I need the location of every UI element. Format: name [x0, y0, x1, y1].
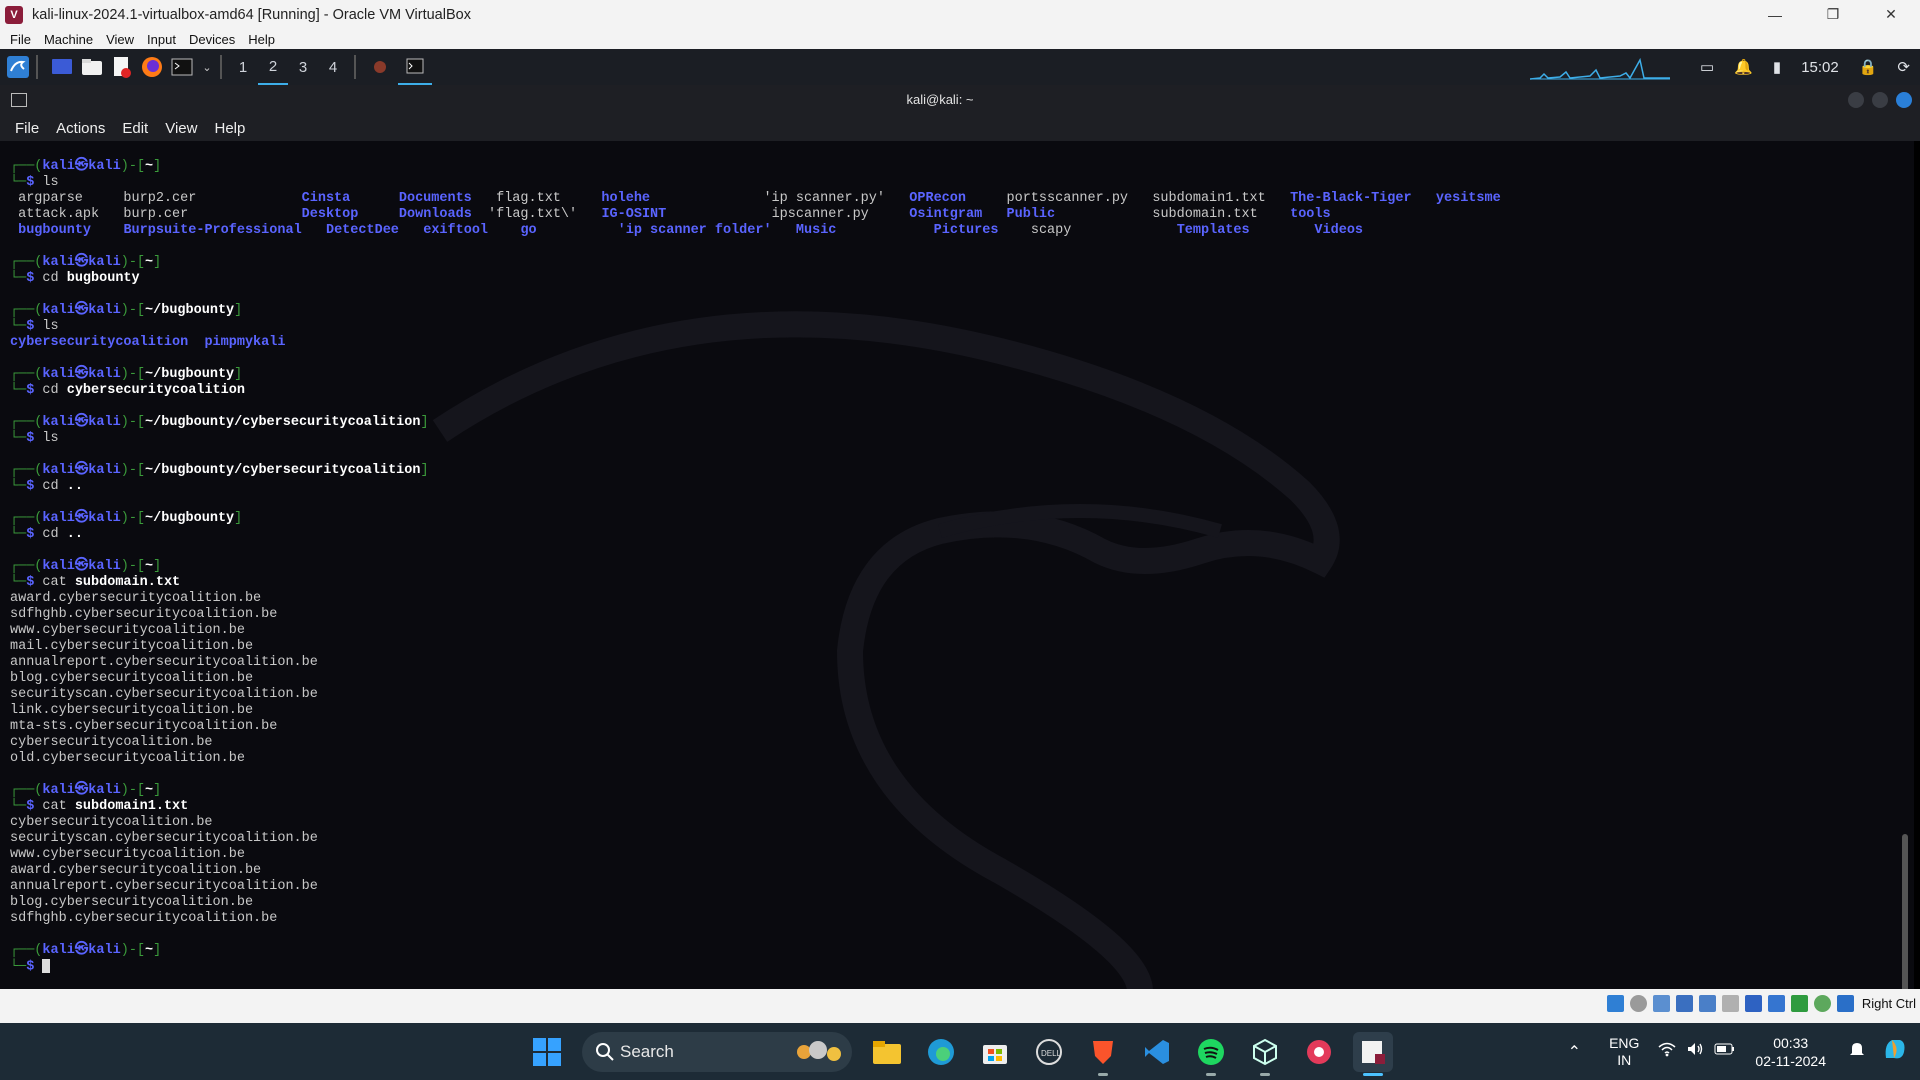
workspace-4[interactable]: 4 [318, 49, 348, 85]
windows-logo-icon [533, 1037, 561, 1066]
guest-additions-icon[interactable] [1813, 995, 1831, 1012]
recording-icon[interactable] [1767, 995, 1785, 1012]
display-settings-icon[interactable] [1744, 995, 1762, 1012]
shared-folders-icon[interactable] [1721, 995, 1739, 1012]
hard-disk-icon[interactable] [1606, 995, 1624, 1012]
language-indicator[interactable]: ENG IN [1609, 1035, 1639, 1069]
host-key-label: Right Ctrl [1861, 996, 1916, 1011]
region-code: IN [1617, 1051, 1632, 1068]
menu-input[interactable]: Input [147, 32, 176, 47]
terminal-menu-help[interactable]: Help [214, 120, 245, 137]
restore-button[interactable]: ❐ [1804, 0, 1862, 29]
workspace-1[interactable]: 1 [228, 49, 258, 85]
terminal-menu-edit[interactable]: Edit [122, 120, 148, 137]
language-code: ENG [1609, 1034, 1640, 1051]
host-window-title: kali-linux-2024.1-virtualbox-amd64 [Runn… [32, 6, 471, 23]
brave-icon[interactable] [1083, 1032, 1123, 1076]
notification-bell-icon[interactable]: 🔔 [1734, 58, 1753, 76]
panel-separator [220, 55, 222, 79]
file-manager-icon[interactable] [80, 55, 104, 79]
edge-icon[interactable] [921, 1032, 961, 1072]
terminal-scrollbar[interactable] [1902, 834, 1908, 989]
terminal-menu-view[interactable]: View [165, 120, 197, 137]
menu-machine[interactable]: Machine [44, 32, 93, 47]
panel-separator [354, 55, 356, 79]
host-title-bar: V kali-linux-2024.1-virtualbox-amd64 [Ru… [0, 0, 1920, 29]
workspace-2[interactable]: 2 [258, 49, 288, 85]
terminal-minimize-button[interactable] [1848, 92, 1864, 108]
virtualbox-icon[interactable] [1245, 1032, 1285, 1076]
power-icon[interactable]: ⟳ [1897, 58, 1910, 76]
vscode-icon[interactable] [1137, 1032, 1177, 1072]
terminal-cursor [42, 959, 51, 973]
close-button[interactable]: ✕ [1862, 0, 1920, 29]
wifi-icon[interactable] [1658, 1041, 1676, 1062]
terminal-menu-file[interactable]: File [15, 120, 39, 137]
chevron-up-icon[interactable]: ⌃ [1568, 1042, 1581, 1062]
running-indicator [1260, 1072, 1270, 1076]
kali-menu-icon[interactable] [6, 55, 30, 79]
dell-icon[interactable]: DELL [1029, 1032, 1069, 1072]
terminal-close-button[interactable] [1896, 92, 1912, 108]
copilot-icon[interactable] [1880, 1034, 1910, 1069]
microsoft-store-icon[interactable] [975, 1032, 1015, 1072]
menu-file[interactable]: File [10, 32, 31, 47]
host-menu-bar: File Machine View Input Devices Help [0, 29, 1920, 49]
panel-separator [36, 55, 38, 79]
search-label: Search [620, 1041, 674, 1061]
search-icon [596, 1042, 614, 1061]
show-desktop-icon[interactable] [50, 55, 74, 79]
workspace-3[interactable]: 3 [288, 49, 318, 85]
terminal-maximize-button[interactable] [1872, 92, 1888, 108]
optical-drive-icon[interactable] [1629, 995, 1647, 1012]
cpu-graph-icon [1530, 57, 1671, 80]
kali-vm-window-icon[interactable] [1353, 1031, 1393, 1076]
volume-icon[interactable] [1686, 1041, 1704, 1062]
spotify-icon[interactable] [1191, 1032, 1231, 1076]
running-indicator [1098, 1072, 1108, 1076]
menu-view[interactable]: View [106, 32, 134, 47]
windows-taskbar: Search DELL ⌃ ENG IN 00:33 02-11-2024 [0, 1023, 1920, 1080]
clock-time: 00:33 [1773, 1034, 1809, 1051]
debut-recorder-icon[interactable] [1299, 1032, 1339, 1072]
terminal-title: kali@kali: ~ [906, 92, 974, 107]
virtualbox-status-bar: Right Ctrl [0, 989, 1920, 1023]
svg-text:DELL: DELL [1041, 1049, 1062, 1058]
window-button-firefox-icon[interactable] [368, 55, 392, 79]
usb-icon[interactable] [1698, 995, 1716, 1012]
menu-help[interactable]: Help [248, 32, 275, 47]
audio-icon[interactable] [1652, 995, 1670, 1012]
chevron-down-icon[interactable]: ⌄ [200, 55, 214, 79]
mouse-integration-icon[interactable] [1836, 995, 1854, 1012]
terminal-launcher-icon[interactable] [170, 55, 194, 79]
running-indicator [1206, 1072, 1216, 1076]
network-icon[interactable] [1675, 995, 1693, 1012]
battery-status-icon[interactable] [1714, 1042, 1736, 1061]
taskbar-search[interactable]: Search [582, 1031, 852, 1072]
running-indicator [1363, 1072, 1383, 1076]
display-icon[interactable]: ▭ [1700, 58, 1714, 76]
notification-center-icon[interactable] [1848, 1040, 1866, 1063]
virtualbox-logo-icon: V [5, 5, 23, 24]
terminal-menu-bar: File Actions Edit View Help [0, 115, 1920, 141]
menu-devices[interactable]: Devices [189, 32, 235, 47]
terminal-text: ┌──(kali㉿kali)-[~] └─$ ls argparse burp2… [10, 159, 1501, 975]
panel-clock: 15:02 [1801, 58, 1839, 76]
firefox-icon[interactable] [140, 55, 164, 79]
clock-date: 02-11-2024 [1755, 1052, 1826, 1069]
terminal-titlebar: kali@kali: ~ [0, 85, 1920, 115]
cpu-activity-icon[interactable] [1790, 995, 1808, 1012]
lock-icon[interactable]: 🔒 [1859, 58, 1878, 76]
system-clock[interactable]: 00:33 02-11-2024 [1755, 1034, 1826, 1070]
start-button[interactable] [527, 1032, 567, 1072]
window-button-terminal-icon[interactable] [398, 49, 432, 85]
terminal-output[interactable]: ┌──(kali㉿kali)-[~] └─$ ls argparse burp2… [0, 141, 1914, 989]
minimize-button[interactable]: — [1746, 0, 1804, 29]
search-highlight-icon [797, 1040, 841, 1061]
file-explorer-icon[interactable] [867, 1032, 907, 1072]
terminal-menu-actions[interactable]: Actions [56, 120, 105, 137]
battery-icon: ▮ [1772, 59, 1782, 76]
text-editor-icon[interactable] [110, 55, 134, 79]
kali-top-panel: ⌄ 1 2 3 4 ▭ 🔔 ▮ 15:02 🔒 ⟳ [0, 49, 1920, 85]
